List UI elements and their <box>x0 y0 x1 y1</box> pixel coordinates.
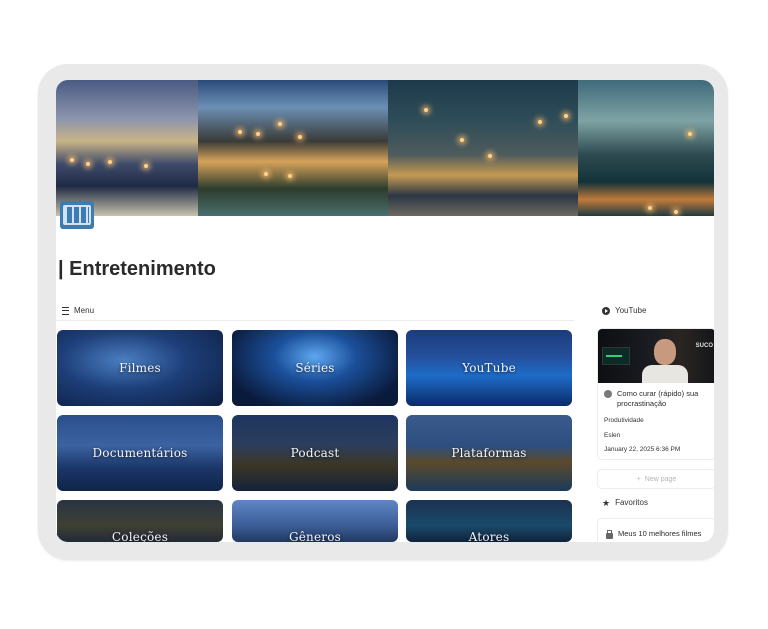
play-circle-icon <box>602 306 610 315</box>
list-icon <box>62 306 69 315</box>
menu-card-label: YouTube <box>462 361 516 375</box>
video-title-row: Como curar (rápido) sua procrastinação <box>604 389 706 409</box>
person-head-shape <box>654 339 676 365</box>
cover-panel-night-lake <box>578 80 714 216</box>
menu-card-label: Gêneros <box>288 530 342 542</box>
favorite-item: Meus 10 melhores filmes <box>606 529 702 539</box>
play-circle-icon <box>604 390 612 398</box>
monitor-shape <box>602 347 630 365</box>
youtube-video-card[interactable]: SUCO Como curar (rápido) sua procrastina… <box>597 328 714 460</box>
menu-card-plataformas[interactable]: Plataformas <box>406 415 572 491</box>
new-page-button[interactable]: + New page <box>597 469 714 489</box>
video-title: Como curar (rápido) sua procrastinação <box>617 389 699 408</box>
youtube-heading-label: YouTube <box>615 306 647 315</box>
menu-card-label: Filmes <box>119 361 161 375</box>
cover-image[interactable] <box>56 80 714 216</box>
menu-card-label: Séries <box>295 361 335 375</box>
person-shirt-shape <box>642 365 688 383</box>
menu-card-generos[interactable]: Gêneros <box>232 500 398 542</box>
menu-card-filmes[interactable]: Filmes <box>57 330 223 406</box>
star-icon: ★ <box>602 497 611 508</box>
film-strip-shape <box>63 205 91 225</box>
menu-card-label: Documentários <box>92 446 188 460</box>
favoritos-heading[interactable]: ★ Favoritos <box>602 498 648 507</box>
favorite-item-label: Meus 10 melhores filmes <box>618 529 702 538</box>
favorite-item-card[interactable]: Meus 10 melhores filmes <box>597 518 714 542</box>
video-author: Eslen <box>604 432 621 439</box>
thumbnail-text: SUCO <box>695 343 713 349</box>
menu-card-label: Plataformas <box>451 446 527 460</box>
menu-card-label: Atores <box>468 530 510 542</box>
video-category: Produtividade <box>604 417 644 424</box>
menu-card-youtube[interactable]: YouTube <box>406 330 572 406</box>
film-frames-icon[interactable] <box>60 201 94 229</box>
notion-page: | Entretenimento Menu Filmes Séries YouT… <box>56 80 714 542</box>
cover-panel-lakeside-village <box>56 80 198 216</box>
youtube-heading[interactable]: YouTube <box>602 306 646 315</box>
menu-card-label: Podcast <box>290 446 340 460</box>
plus-icon: + <box>636 475 641 483</box>
menu-card-podcast[interactable]: Podcast <box>232 415 398 491</box>
video-date: January 22, 2025 6:36 PM <box>604 446 681 453</box>
cover-panel-japanese-house <box>198 80 388 216</box>
favoritos-heading-label: Favoritos <box>615 498 648 507</box>
menu-card-atores[interactable]: Atores <box>406 500 572 542</box>
menu-heading-label: Menu <box>74 306 95 315</box>
new-page-label: New page <box>644 475 677 483</box>
menu-card-series[interactable]: Séries <box>232 330 398 406</box>
menu-heading[interactable]: Menu <box>62 306 94 315</box>
menu-card-label: Coleções <box>111 530 169 542</box>
menu-card-colecoes[interactable]: Coleções <box>57 500 223 542</box>
menu-divider <box>56 320 574 321</box>
video-thumbnail: SUCO <box>598 329 714 383</box>
page-title[interactable]: | Entretenimento <box>58 258 216 281</box>
menu-card-documentarios[interactable]: Documentários <box>57 415 223 491</box>
archive-icon <box>606 529 613 539</box>
cover-panel-rainy-street <box>388 80 578 216</box>
